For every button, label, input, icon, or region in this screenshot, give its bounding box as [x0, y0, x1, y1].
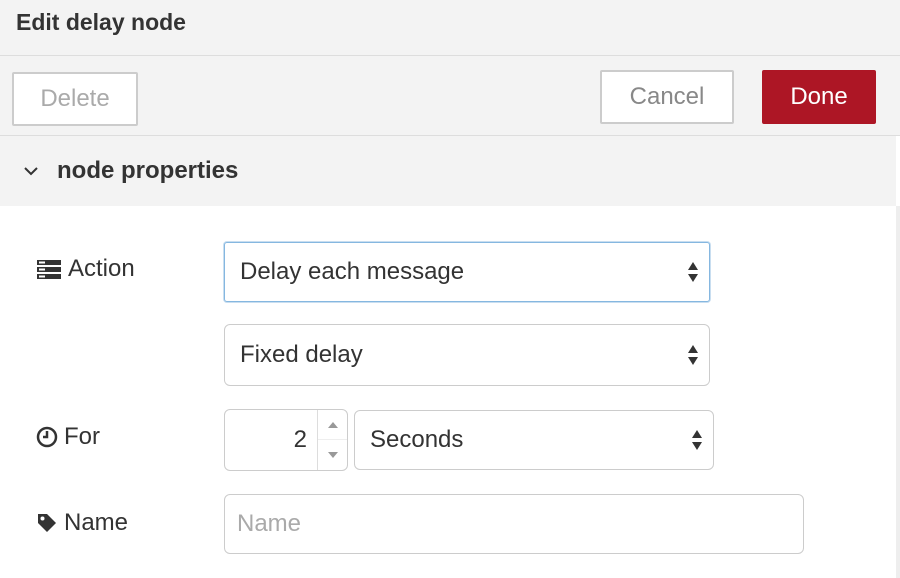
spinner-down-button[interactable]: [318, 440, 347, 470]
select-arrows-icon: [688, 262, 698, 282]
delay-units-select-value: Seconds: [370, 426, 464, 453]
caret-down-icon: [327, 452, 338, 458]
node-properties-section-header[interactable]: node properties: [0, 136, 896, 206]
for-label-text: For: [64, 423, 100, 450]
dialog-title: Edit delay node: [16, 9, 186, 35]
spinner-up-button[interactable]: [318, 410, 347, 440]
chevron-down-icon: [24, 167, 38, 176]
name-input[interactable]: [224, 494, 804, 554]
name-label-text: Name: [64, 509, 129, 536]
action-select[interactable]: Delay each message: [224, 242, 710, 302]
list-icon: [37, 260, 61, 279]
delay-amount-value[interactable]: 2: [225, 410, 307, 470]
done-button[interactable]: Done: [762, 70, 876, 124]
spinner-buttons: [317, 410, 347, 470]
dialog-header: Edit delay node: [0, 0, 900, 56]
delay-type-select-value: Fixed delay: [240, 341, 363, 368]
action-label-text: Action: [68, 255, 135, 282]
select-arrows-icon: [688, 345, 698, 365]
action-select-value: Delay each message: [240, 258, 465, 285]
for-label: For: [36, 423, 100, 451]
action-label: Action: [36, 255, 135, 283]
name-label: Name: [36, 509, 128, 537]
delete-button[interactable]: Delete: [12, 72, 138, 126]
delay-type-select[interactable]: Fixed delay: [224, 324, 710, 386]
tag-icon: [38, 514, 56, 532]
dialog-toolbar: Delete Cancel Done: [0, 56, 900, 136]
section-label: node properties: [57, 157, 239, 184]
delay-amount-spinner[interactable]: 2: [224, 409, 348, 471]
panel-edge: [896, 206, 900, 578]
clock-icon: [36, 426, 58, 448]
cancel-button[interactable]: Cancel: [600, 70, 734, 124]
select-arrows-icon: [692, 430, 702, 450]
delay-units-select[interactable]: Seconds: [354, 410, 714, 470]
caret-up-icon: [327, 421, 338, 428]
